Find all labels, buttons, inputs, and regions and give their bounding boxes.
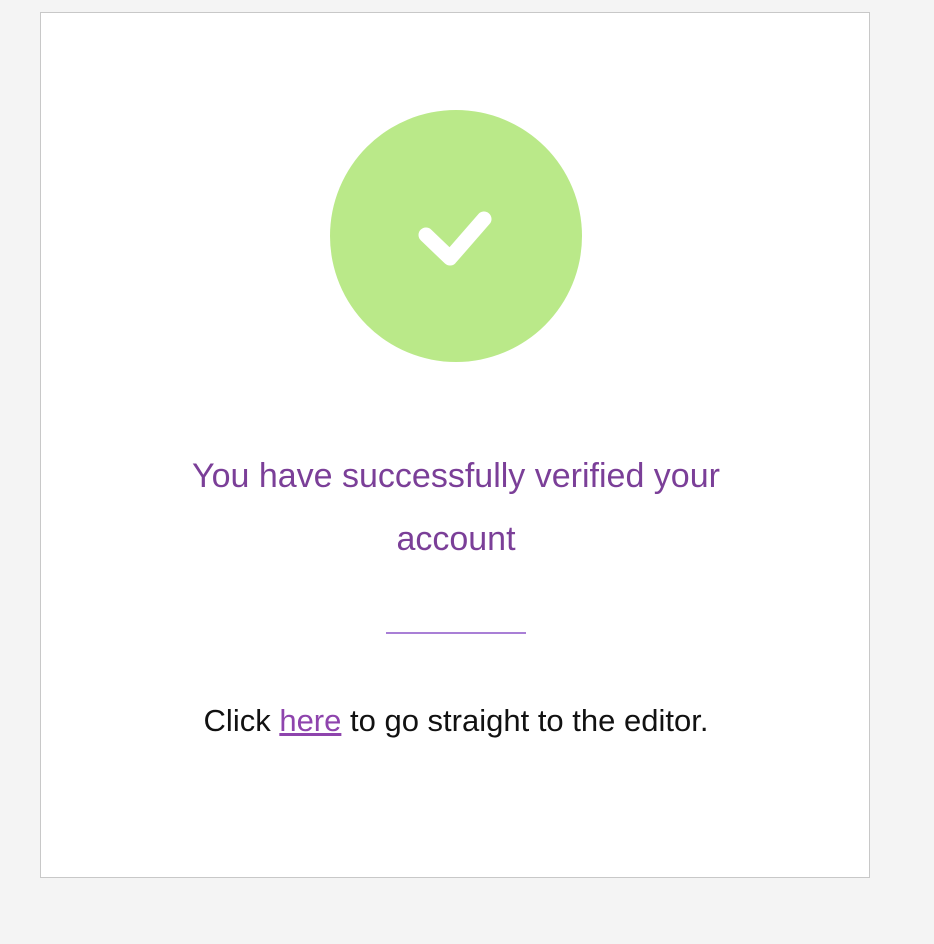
instruction-prefix: Click xyxy=(203,703,280,738)
editor-instruction: Click here to go straight to the editor. xyxy=(41,701,871,741)
instruction-suffix: to go straight to the editor. xyxy=(341,703,709,738)
verification-card: You have successfully verified your acco… xyxy=(40,12,870,878)
success-badge xyxy=(330,110,582,362)
editor-link[interactable]: here xyxy=(279,703,341,738)
checkmark-icon xyxy=(418,211,492,266)
divider xyxy=(386,632,526,634)
success-message: You have successfully verified your acco… xyxy=(192,457,720,558)
